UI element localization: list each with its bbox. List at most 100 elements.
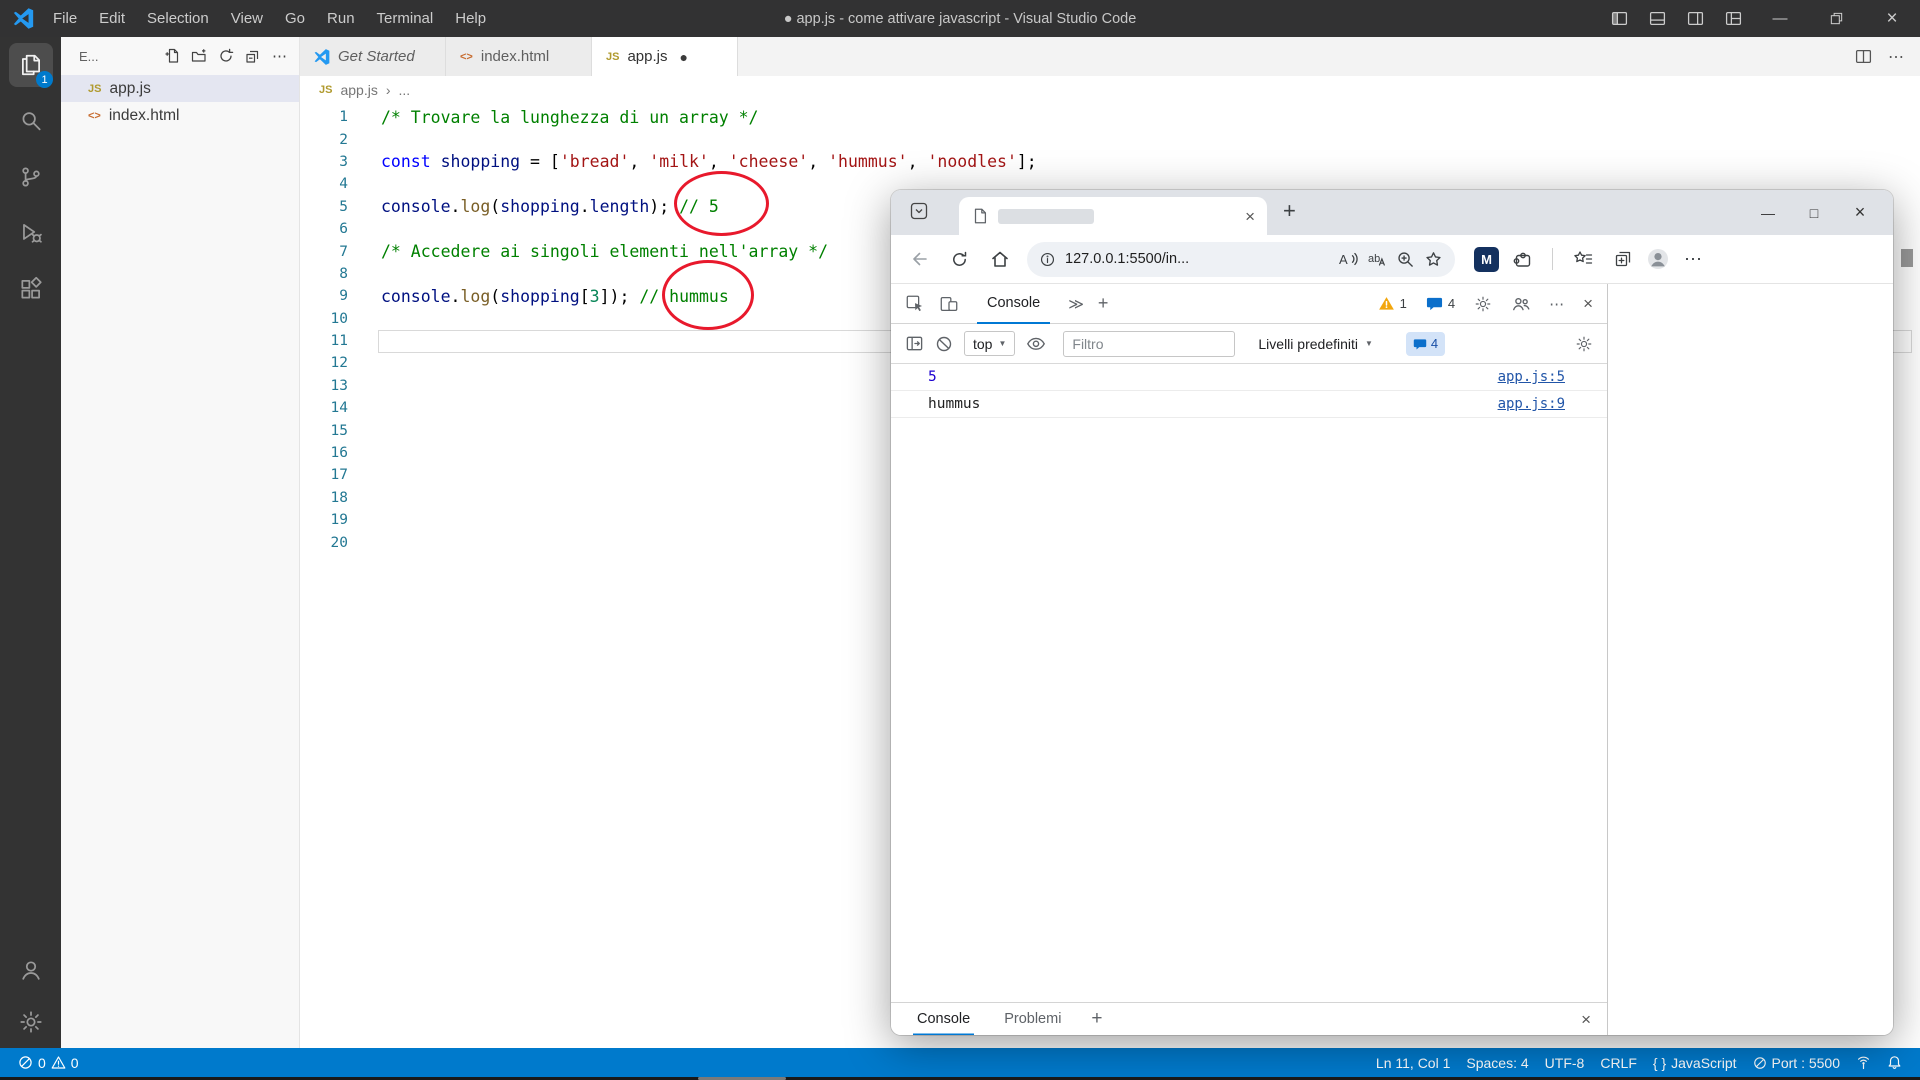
more-actions-icon[interactable]: ⋯ — [272, 47, 287, 65]
log-levels-selector[interactable]: Livelli predefiniti ▼ — [1258, 336, 1373, 352]
tab-close-icon[interactable]: × — [1245, 208, 1255, 225]
drawer-tab-console[interactable]: Console — [913, 1003, 974, 1036]
back-icon[interactable] — [903, 243, 936, 276]
menu-terminal[interactable]: Terminal — [366, 0, 445, 37]
devtools-close-icon[interactable]: × — [1583, 295, 1593, 312]
home-icon[interactable] — [983, 243, 1016, 276]
drawer-add-tab-icon[interactable]: + — [1091, 1008, 1102, 1030]
add-devtools-tab-icon[interactable]: + — [1098, 293, 1109, 314]
indentation[interactable]: Spaces: 4 — [1458, 1055, 1536, 1071]
browser-page[interactable] — [1608, 284, 1893, 1035]
console-sidebar-icon[interactable] — [905, 334, 924, 353]
tab-actions-menu-icon[interactable] — [909, 201, 929, 221]
drawer-close-icon[interactable]: × — [1581, 1011, 1591, 1028]
device-toolbar-icon[interactable] — [939, 294, 959, 314]
customize-layout-icon[interactable] — [1714, 0, 1752, 37]
menu-help[interactable]: Help — [444, 0, 497, 37]
translate-icon[interactable]: ab — [1367, 249, 1387, 269]
notifications-bell-icon[interactable] — [1879, 1055, 1910, 1070]
source-link[interactable]: app.js:5 — [1498, 369, 1565, 385]
code-line-3[interactable]: 3const shopping = ['bread', 'milk', 'che… — [300, 151, 1920, 173]
language-mode[interactable]: { }JavaScript — [1645, 1055, 1745, 1071]
file-item-app-js[interactable]: JS app.js — [61, 75, 299, 102]
settings-gear-icon[interactable] — [0, 996, 61, 1048]
window-close-icon[interactable]: × — [1864, 0, 1920, 37]
favorites-star-icon[interactable] — [1424, 250, 1443, 269]
devtools-tab-console[interactable]: Console — [977, 284, 1050, 324]
more-tabs-icon[interactable]: ≫ — [1068, 295, 1084, 313]
toggle-sidebar-icon[interactable] — [1600, 0, 1638, 37]
address-bar[interactable]: 127.0.0.1:5500/in... A ab — [1027, 242, 1455, 277]
run-debug-icon[interactable] — [0, 205, 61, 261]
file-item-index-html[interactable]: <> index.html — [61, 102, 299, 129]
clear-console-icon[interactable] — [935, 335, 953, 353]
message-count-chip[interactable]: 4 — [1406, 332, 1445, 356]
cursor-position[interactable]: Ln 11, Col 1 — [1368, 1055, 1458, 1071]
browser-close-icon[interactable]: × — [1837, 190, 1883, 235]
modified-dot-icon[interactable]: ● — [680, 49, 688, 65]
new-folder-icon[interactable] — [191, 48, 207, 64]
menu-selection[interactable]: Selection — [136, 0, 220, 37]
account-icon[interactable] — [0, 944, 61, 996]
search-icon[interactable] — [0, 93, 61, 149]
toggle-panel-icon[interactable] — [1638, 0, 1676, 37]
breadcrumb-more[interactable]: ... — [399, 82, 411, 98]
breadcrumb[interactable]: JS app.js › ... — [300, 76, 1920, 103]
drawer-tab-problems[interactable]: Problemi — [1000, 1003, 1065, 1036]
browser-settings-menu-icon[interactable]: ⋯ — [1677, 243, 1710, 276]
window-restore-icon[interactable] — [1808, 0, 1864, 37]
people-icon[interactable] — [1511, 294, 1530, 313]
browser-minimize-icon[interactable]: — — [1745, 190, 1791, 235]
new-file-icon[interactable] — [164, 48, 180, 64]
new-tab-icon[interactable]: + — [1283, 198, 1296, 224]
menu-view[interactable]: View — [220, 0, 274, 37]
tab-index-html[interactable]: <> index.html — [446, 37, 592, 76]
console-filter-input[interactable] — [1063, 331, 1235, 357]
encoding[interactable]: UTF-8 — [1537, 1055, 1593, 1071]
menu-go[interactable]: Go — [274, 0, 316, 37]
extensions-puzzle-icon[interactable] — [1506, 243, 1539, 276]
menu-run[interactable]: Run — [316, 0, 366, 37]
source-link[interactable]: app.js:9 — [1498, 396, 1565, 412]
eye-icon[interactable] — [1026, 334, 1046, 354]
console-settings-gear-icon[interactable] — [1575, 335, 1593, 353]
toggle-secondary-sidebar-icon[interactable] — [1676, 0, 1714, 37]
code-line-1[interactable]: 1/* Trovare la lunghezza di un array */ — [300, 106, 1920, 128]
window-minimize-icon[interactable]: — — [1752, 0, 1808, 37]
editor-more-actions-icon[interactable]: ⋯ — [1888, 47, 1904, 67]
eol-sequence[interactable]: CRLF — [1592, 1055, 1645, 1071]
devtools-more-icon[interactable]: ⋯ — [1549, 295, 1564, 313]
inspect-element-icon[interactable] — [905, 294, 925, 314]
reload-icon[interactable] — [943, 243, 976, 276]
context-selector[interactable]: top ▼ — [964, 331, 1015, 356]
console-message-row[interactable]: 5 app.js:5 — [891, 364, 1607, 391]
console-empty-area[interactable] — [891, 418, 1607, 1002]
favorites-hub-icon[interactable] — [1566, 243, 1599, 276]
source-control-icon[interactable] — [0, 149, 61, 205]
warnings-counter[interactable]: 1 — [1378, 295, 1407, 312]
menu-edit[interactable]: Edit — [88, 0, 136, 37]
editor-overview-ruler-marker[interactable] — [1901, 249, 1913, 267]
collections-icon[interactable] — [1606, 243, 1639, 276]
tab-app-js[interactable]: JS app.js ● — [592, 37, 738, 76]
messages-counter[interactable]: 4 — [1426, 295, 1455, 312]
explorer-icon[interactable]: 1 — [0, 37, 61, 93]
zoom-icon[interactable] — [1396, 250, 1415, 269]
site-info-icon[interactable] — [1039, 251, 1056, 268]
browser-maximize-icon[interactable]: □ — [1791, 190, 1837, 235]
code-line-2[interactable]: 2 — [300, 128, 1920, 150]
problems-indicator[interactable]: 0 0 — [10, 1048, 87, 1077]
breadcrumb-file[interactable]: app.js — [340, 82, 377, 98]
collapse-all-icon[interactable] — [245, 48, 261, 64]
devtools-settings-gear-icon[interactable] — [1474, 295, 1492, 313]
live-server-port[interactable]: Port : 5500 — [1745, 1055, 1849, 1071]
read-aloud-icon[interactable]: A — [1338, 249, 1358, 269]
profile-avatar[interactable] — [1646, 247, 1670, 271]
pinned-extension-m-icon[interactable]: M — [1474, 247, 1499, 272]
tab-get-started[interactable]: Get Started — [300, 37, 446, 76]
browser-tab[interactable]: × — [959, 197, 1267, 235]
extensions-icon[interactable] — [0, 261, 61, 317]
menu-file[interactable]: File — [42, 0, 88, 37]
refresh-icon[interactable] — [218, 48, 234, 64]
broadcast-icon[interactable] — [1848, 1055, 1879, 1070]
